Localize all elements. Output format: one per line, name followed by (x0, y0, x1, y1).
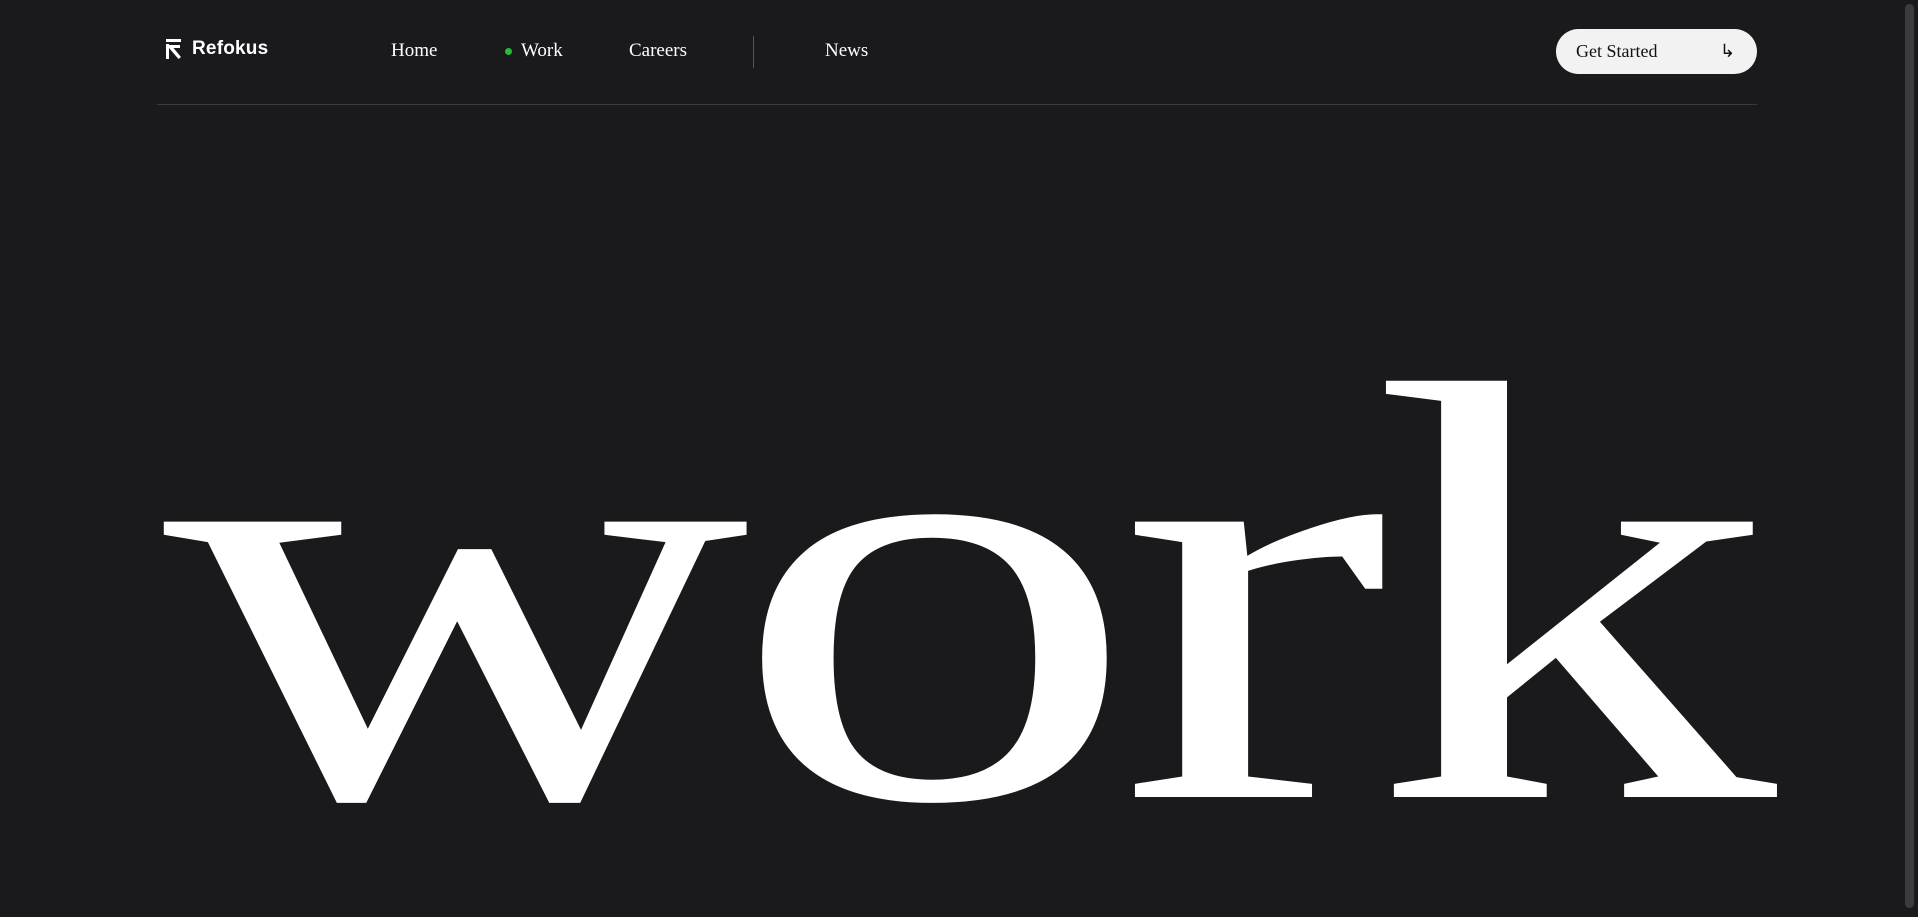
get-started-button[interactable]: Get Started ↳ (1556, 29, 1757, 74)
nav-item-news[interactable]: News (825, 40, 868, 62)
scrollbar-thumb[interactable] (1905, 4, 1914, 908)
active-indicator-dot (505, 47, 512, 55)
nav-item-careers[interactable]: Careers (629, 40, 687, 62)
nav-divider (753, 36, 754, 68)
page-scrollbar[interactable] (1902, 0, 1918, 917)
nav-item-work-label: Work (521, 40, 563, 61)
top-navigation: Refokus Home Work Careers News Get Start… (157, 0, 1757, 105)
arrow-down-right-icon: ↳ (1719, 41, 1735, 62)
nav-item-work[interactable]: Work (505, 40, 563, 62)
brand-name: Refokus (192, 38, 269, 59)
hero-title: work (163, 262, 1777, 917)
refokus-logo-icon (166, 39, 181, 59)
hero-heading: work (163, 262, 1791, 917)
nav-item-home[interactable]: Home (391, 40, 437, 62)
logo-link[interactable]: Refokus (165, 38, 268, 60)
get-started-label: Get Started (1576, 41, 1658, 61)
